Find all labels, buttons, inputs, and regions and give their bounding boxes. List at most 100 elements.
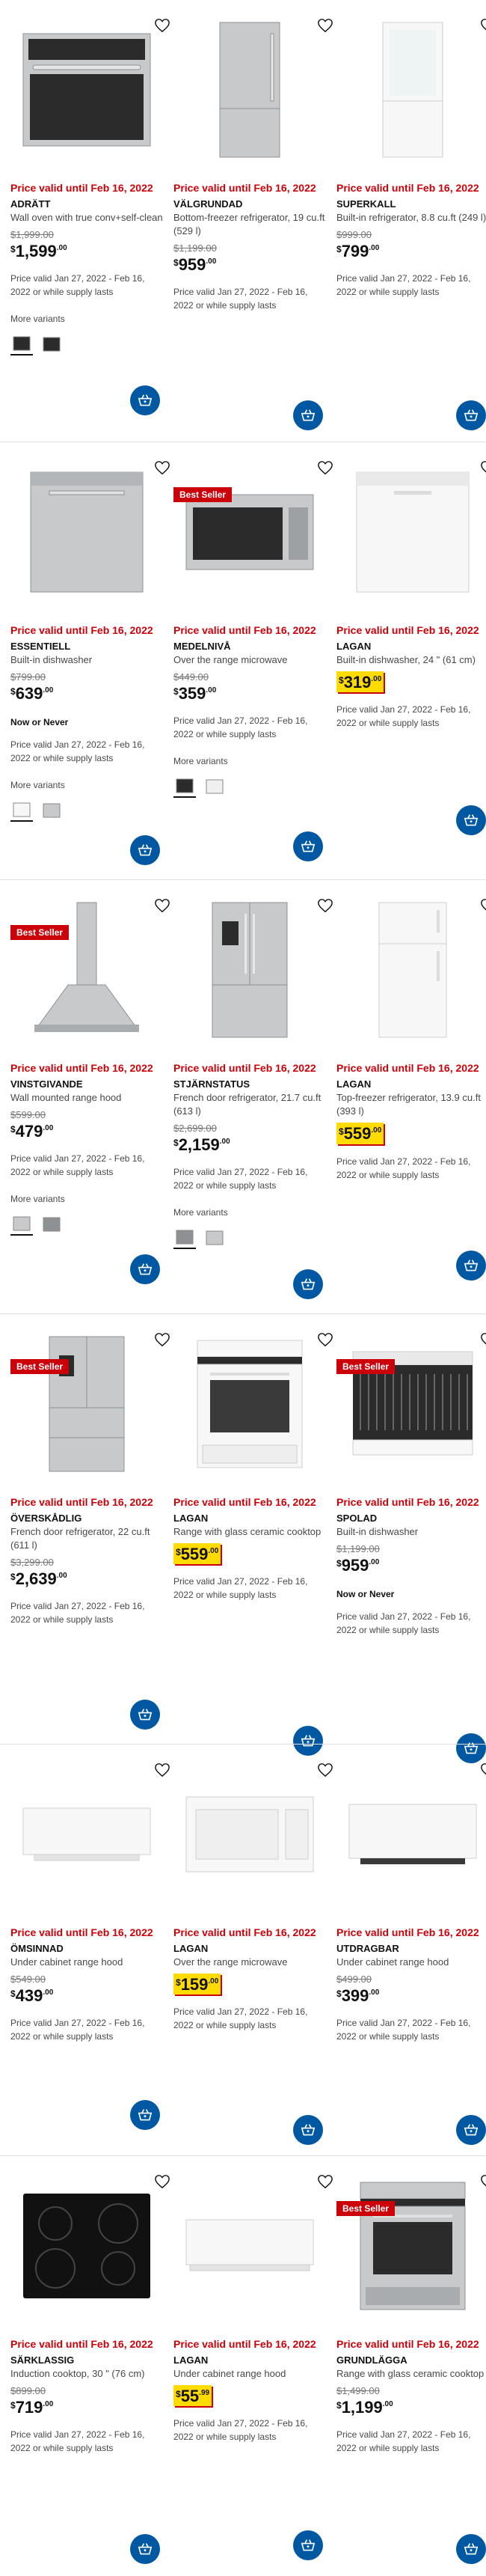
product-name[interactable]: GRUNDLÄGGA <box>336 2354 486 2367</box>
variant-swatch[interactable] <box>203 775 226 798</box>
product-name[interactable]: SÄRKLASSIG <box>10 2354 163 2367</box>
variant-swatch[interactable] <box>40 799 63 822</box>
product-image[interactable] <box>336 1314 486 1494</box>
product-image[interactable] <box>336 2156 486 2336</box>
variant-swatch[interactable] <box>40 333 63 355</box>
product-name[interactable]: LAGAN <box>336 641 486 653</box>
product-card[interactable]: Price valid until Feb 16, 2022 SÄRKLASSIG… <box>10 2156 173 2575</box>
product-image[interactable] <box>10 1314 163 1494</box>
product-name[interactable]: UTDRAGBAR <box>336 1943 486 1956</box>
heart-icon[interactable] <box>480 1332 486 1347</box>
product-card[interactable]: Best Seller Price valid until Feb 16, 202… <box>10 1314 173 1744</box>
product-image[interactable] <box>10 1745 163 1924</box>
product-card[interactable]: Price valid until Feb 16, 2022 LAGAN Built… <box>336 442 486 879</box>
product-card[interactable]: Price valid until Feb 16, 2022 STJÄRNSTAT… <box>173 880 336 1313</box>
product-name[interactable]: LAGAN <box>173 1943 326 1956</box>
variant-swatch[interactable] <box>173 1227 196 1250</box>
add-to-cart-button[interactable] <box>293 400 323 430</box>
product-image[interactable] <box>10 0 163 180</box>
product-image[interactable] <box>336 1745 486 1924</box>
heart-icon[interactable] <box>154 460 170 475</box>
add-to-cart-button[interactable] <box>130 1700 160 1730</box>
add-to-cart-button[interactable] <box>130 2100 160 2130</box>
heart-icon[interactable] <box>480 898 486 913</box>
add-to-cart-button[interactable] <box>456 400 486 430</box>
product-name[interactable]: LAGAN <box>173 1513 326 1525</box>
heart-icon[interactable] <box>480 460 486 475</box>
product-image[interactable] <box>173 1745 326 1924</box>
heart-icon[interactable] <box>317 1762 333 1777</box>
variant-swatch[interactable] <box>173 775 196 799</box>
heart-icon[interactable] <box>317 2174 333 2189</box>
product-image[interactable] <box>10 442 163 622</box>
product-name[interactable]: SPOLAD <box>336 1513 486 1525</box>
product-image[interactable] <box>173 442 326 622</box>
add-to-cart-button[interactable] <box>456 2534 486 2564</box>
product-card[interactable]: Price valid until Feb 16, 2022 UTDRAGBAR U… <box>336 1745 486 2155</box>
variant-swatch[interactable] <box>10 1213 33 1236</box>
product-card[interactable]: Best Seller Price valid until Feb 16, 202… <box>336 2156 486 2575</box>
variant-swatch[interactable] <box>203 1227 226 1249</box>
heart-icon[interactable] <box>480 18 486 33</box>
product-card[interactable]: Price valid until Feb 16, 2022 ADRÄTT Wall… <box>10 0 173 442</box>
add-to-cart-button[interactable] <box>130 2534 160 2564</box>
product-name[interactable]: MEDELNIVÅ <box>173 641 326 653</box>
add-to-cart-button[interactable] <box>456 1251 486 1281</box>
best-seller-badge: Best Seller <box>10 1359 70 1374</box>
heart-icon[interactable] <box>317 460 333 475</box>
heart-icon[interactable] <box>154 898 170 913</box>
product-image[interactable] <box>173 0 326 180</box>
heart-icon[interactable] <box>154 18 170 33</box>
product-name[interactable]: STJÄRNSTATUS <box>173 1078 326 1091</box>
product-card[interactable]: Price valid until Feb 16, 2022 ÖMSINNAD Un… <box>10 1745 173 2155</box>
product-image[interactable] <box>10 2156 163 2336</box>
add-to-cart-button[interactable] <box>293 2530 323 2560</box>
product-name[interactable]: ESSENTIELL <box>10 641 163 653</box>
add-to-cart-button[interactable] <box>456 2115 486 2145</box>
product-card[interactable]: Price valid until Feb 16, 2022 LAGAN Range… <box>173 1314 336 1756</box>
heart-icon[interactable] <box>154 1332 170 1347</box>
add-to-cart-button[interactable] <box>130 385 160 415</box>
product-card[interactable]: Price valid until Feb 16, 2022 LAGAN Top-f… <box>336 880 486 1313</box>
variant-swatch[interactable] <box>10 333 33 356</box>
variant-swatch[interactable] <box>40 1213 63 1236</box>
product-card[interactable]: Price valid until Feb 16, 2022 ESSENTIELL… <box>10 442 173 879</box>
product-card[interactable]: Price valid until Feb 16, 2022 LAGAN Over … <box>173 1745 336 2155</box>
heart-icon[interactable] <box>317 898 333 913</box>
product-name[interactable]: ÖMSINNAD <box>10 1943 163 1956</box>
product-name[interactable]: VINSTGIVANDE <box>10 1078 163 1091</box>
product-card[interactable]: Price valid until Feb 16, 2022 VÄLGRUNDAD… <box>173 0 336 442</box>
add-to-cart-button[interactable] <box>293 831 323 861</box>
product-name[interactable]: VÄLGRUNDAD <box>173 198 326 211</box>
product-image[interactable] <box>336 0 486 180</box>
add-to-cart-button[interactable] <box>293 1269 323 1299</box>
product-card[interactable]: Price valid until Feb 16, 2022 LAGAN Under… <box>173 2156 336 2575</box>
product-image[interactable] <box>336 880 486 1060</box>
product-card[interactable]: Best Seller Price valid until Feb 16, 202… <box>336 1314 486 1763</box>
product-image[interactable] <box>173 2156 326 2336</box>
heart-icon[interactable] <box>317 18 333 33</box>
product-name[interactable]: LAGAN <box>336 1078 486 1091</box>
product-name[interactable]: ADRÄTT <box>10 198 163 211</box>
add-to-cart-button[interactable] <box>130 835 160 865</box>
heart-icon[interactable] <box>154 2174 170 2189</box>
add-to-cart-button[interactable] <box>130 1254 160 1284</box>
heart-icon[interactable] <box>154 1762 170 1777</box>
variant-swatch[interactable] <box>10 799 33 822</box>
product-image[interactable] <box>336 442 486 622</box>
product-image[interactable] <box>173 880 326 1060</box>
product-image[interactable] <box>173 1314 326 1494</box>
product-image[interactable] <box>10 880 163 1060</box>
product-card[interactable]: Price valid until Feb 16, 2022 SUPERKALL B… <box>336 0 486 442</box>
heart-icon[interactable] <box>480 1762 486 1777</box>
add-to-cart-button[interactable] <box>293 2115 323 2145</box>
heart-icon[interactable] <box>480 2174 486 2189</box>
product-name[interactable]: LAGAN <box>173 2354 326 2367</box>
add-to-cart-button[interactable] <box>456 805 486 835</box>
product-name[interactable]: SUPERKALL <box>336 198 486 211</box>
best-seller-badge: Best Seller <box>336 2201 396 2216</box>
product-name[interactable]: ÖVERSKÅDLIG <box>10 1513 163 1525</box>
product-card[interactable]: Best Seller Price valid until Feb 16, 202… <box>173 442 336 879</box>
heart-icon[interactable] <box>317 1332 333 1347</box>
product-card[interactable]: Best Seller Price valid until Feb 16, 202… <box>10 880 173 1313</box>
